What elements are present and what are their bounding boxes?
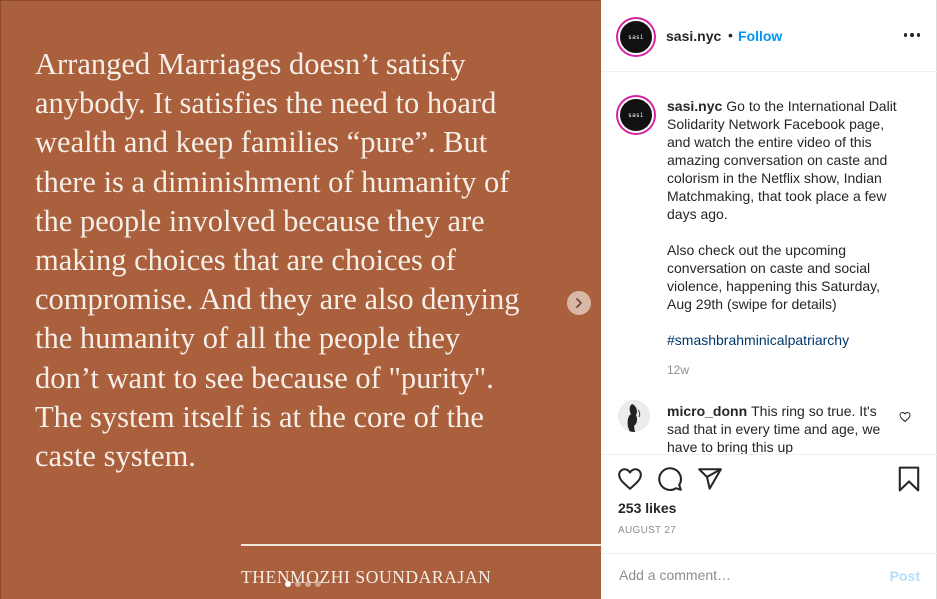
- carousel-indicator: [285, 581, 321, 587]
- more-dot: [916, 33, 920, 37]
- caption-username[interactable]: sasi.nyc: [667, 98, 722, 114]
- like-button[interactable]: [617, 466, 643, 497]
- heart-icon: [618, 468, 642, 490]
- like-comment-button[interactable]: [899, 410, 911, 428]
- save-button[interactable]: [897, 466, 921, 497]
- chevron-right-icon: [576, 298, 582, 308]
- commenter-avatar[interactable]: [618, 400, 650, 432]
- caption-text-2: Also check out the upcoming conversation…: [667, 242, 880, 312]
- bookmark-icon: [898, 466, 920, 492]
- divider-line: [241, 544, 601, 546]
- comment-icon: [658, 467, 682, 491]
- header-separator: •: [728, 27, 733, 43]
- caption-text: Go to the International Dalit Solidarity…: [667, 98, 897, 222]
- comments-section[interactable]: sasi sasi.nyc Go to the International Dal…: [601, 72, 937, 454]
- post-date[interactable]: AUGUST 27: [618, 525, 676, 536]
- post-sidebar: sasi sasi.nyc • Follow sasi sasi.nyc Go t…: [601, 0, 937, 599]
- carousel-dot: [305, 581, 311, 587]
- share-icon: [698, 468, 722, 490]
- comment-button[interactable]: [657, 466, 683, 497]
- more-dot: [903, 33, 907, 37]
- avatar-text: sasi: [628, 111, 644, 119]
- hashtag-link[interactable]: #smashbrahminicalpatriarchy: [667, 332, 849, 348]
- caption-avatar[interactable]: sasi: [618, 97, 654, 133]
- caption-time[interactable]: 12w: [667, 363, 689, 377]
- header-username[interactable]: sasi.nyc: [666, 28, 721, 44]
- post-actions: 253 likes AUGUST 27: [601, 454, 937, 553]
- post-button[interactable]: Post: [890, 568, 920, 584]
- add-comment-bar: Post: [601, 553, 937, 599]
- more-dot: [910, 33, 914, 37]
- carousel-dot: [285, 581, 291, 587]
- more-options-button[interactable]: [903, 29, 920, 41]
- next-slide-button[interactable]: [567, 291, 591, 315]
- avatar-text: sasi: [628, 33, 644, 41]
- comment-input[interactable]: [617, 566, 881, 584]
- carousel-dot: [315, 581, 321, 587]
- post-header: sasi sasi.nyc • Follow: [601, 0, 937, 72]
- comment-username[interactable]: micro_donn: [667, 403, 747, 419]
- follow-button[interactable]: Follow: [738, 28, 782, 44]
- comment: micro_donn This ring so true. It's sad th…: [667, 402, 887, 454]
- post-image[interactable]: Arranged Marriages doesn’t satisfy anybo…: [0, 0, 601, 599]
- likes-count[interactable]: 253 likes: [618, 500, 676, 516]
- quote-text: Arranged Marriages doesn’t satisfy anybo…: [35, 47, 520, 474]
- heart-icon: [899, 411, 911, 423]
- quote-author: THENMOZHI SOUNDARAJAN: [241, 567, 492, 587]
- avatar[interactable]: sasi: [618, 19, 654, 55]
- share-button[interactable]: [697, 466, 723, 497]
- carousel-dot: [295, 581, 301, 587]
- user-photo-icon: [618, 400, 650, 432]
- caption: sasi.nyc Go to the International Dalit So…: [667, 97, 907, 367]
